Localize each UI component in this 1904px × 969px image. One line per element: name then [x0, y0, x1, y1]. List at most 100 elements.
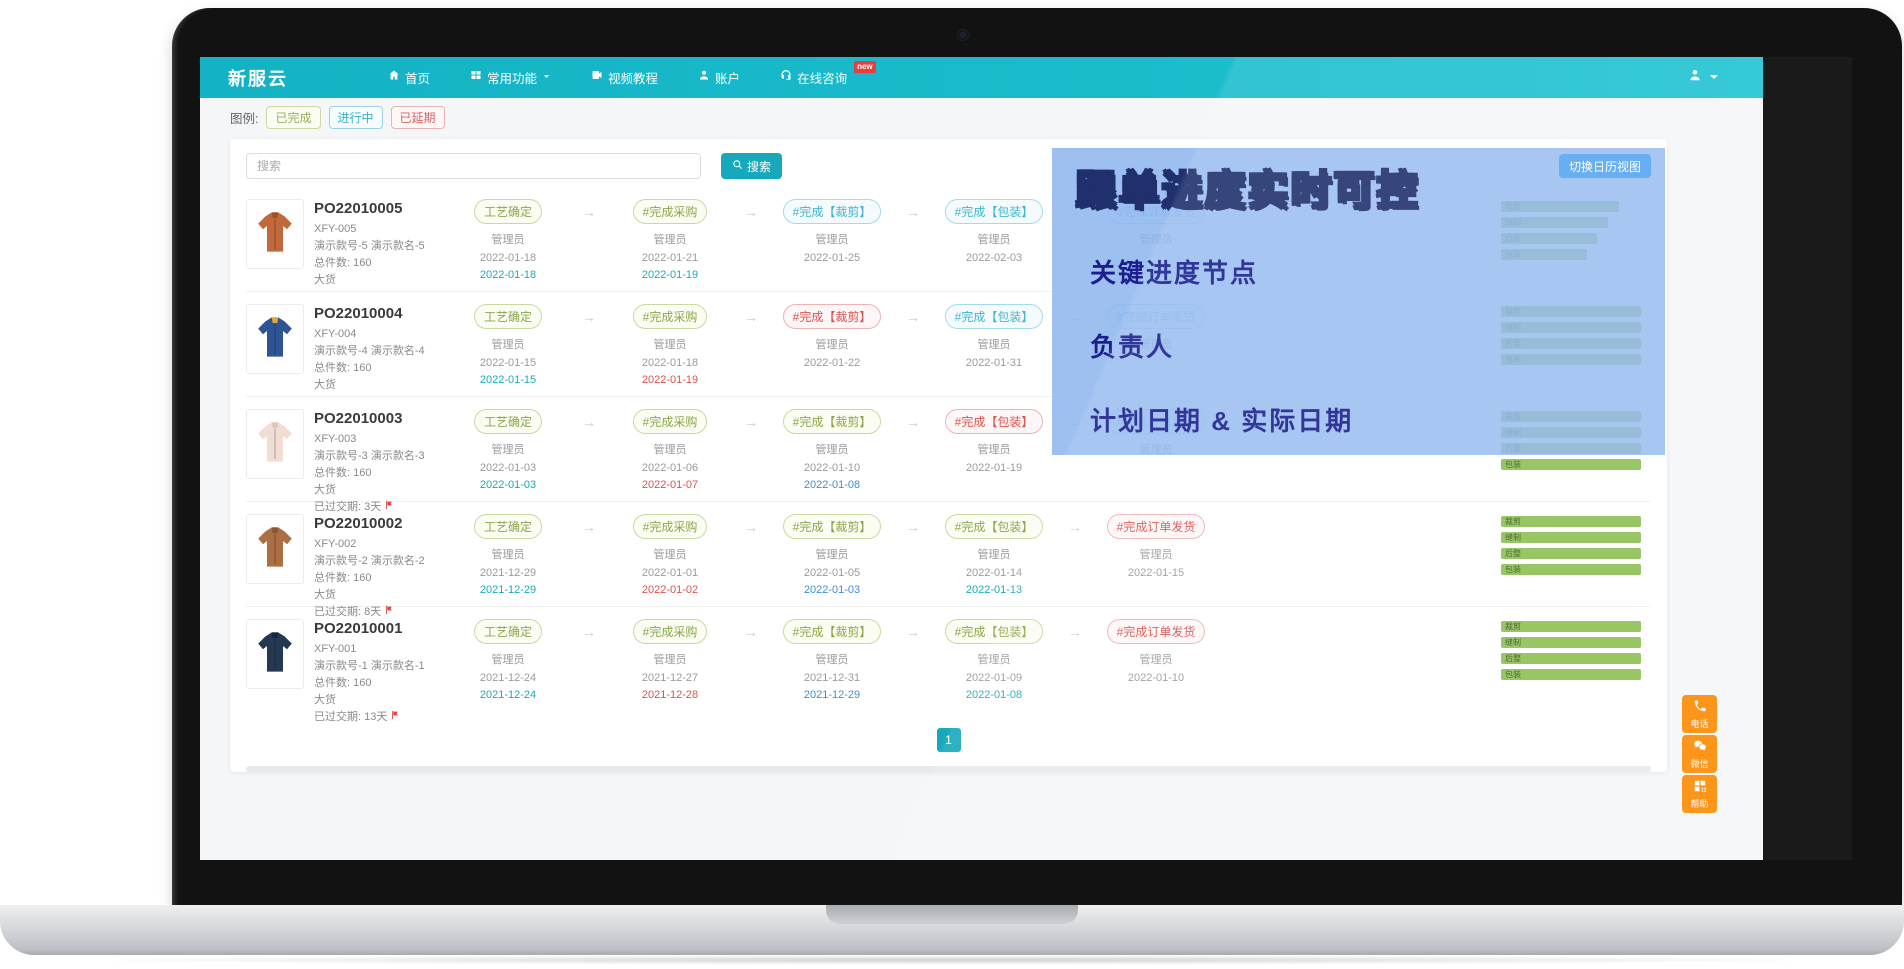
stage-person: 管理员	[653, 444, 687, 456]
stage-badge[interactable]: #完成订单发货	[1106, 619, 1206, 644]
stage-badge[interactable]: #完成采购	[632, 304, 708, 329]
promo-line-2: 负责人	[1090, 332, 1175, 362]
order-po-number: PO22010004	[314, 305, 403, 322]
progress-bar-包装: 包装	[1501, 459, 1641, 470]
stage-1: 工艺确定 管理员 2022-01-18 2022-01-18	[442, 199, 574, 281]
order-style-name: 演示款号-1 演示款名-1	[314, 660, 425, 673]
stage-actual-date: 2021-12-29	[479, 584, 537, 596]
order-batch-label: 大货	[314, 484, 336, 497]
product-thumbnail	[246, 304, 304, 374]
stage-4: #完成【包装】 管理员 2022-01-31	[928, 304, 1060, 369]
stage-plan-date: 2022-01-18	[641, 357, 699, 369]
stage-badge[interactable]: #完成采购	[632, 409, 708, 434]
search-input[interactable]	[246, 153, 701, 179]
order-style-no: XFY-005	[314, 223, 357, 236]
stage-badge[interactable]: #完成【包装】	[944, 619, 1044, 644]
nav-item-3[interactable]: 视频教程	[591, 68, 658, 87]
flag-icon	[390, 709, 400, 726]
stage-badge[interactable]: #完成【裁剪】	[782, 304, 882, 329]
stage-badge[interactable]: #完成【裁剪】	[782, 409, 882, 434]
stage-badge[interactable]: #完成【裁剪】	[782, 199, 882, 224]
stage-badge[interactable]: #完成采购	[632, 199, 708, 224]
nav-item-1[interactable]: 首页	[388, 68, 430, 87]
float-1[interactable]: 电话	[1682, 695, 1717, 733]
stage-person: 管理员	[1139, 549, 1173, 561]
new-badge: new	[854, 61, 876, 73]
stage-5: #完成订单发货 管理员 2022-01-15	[1090, 514, 1222, 579]
stage-badge[interactable]: 工艺确定	[473, 199, 542, 224]
stage-1: 工艺确定 管理员 2022-01-03 2022-01-03	[442, 409, 574, 491]
stage-person: 管理员	[977, 549, 1011, 561]
arrow-right-icon: →	[582, 624, 596, 640]
status-legend: 图例: 已完成 进行中 已延期	[230, 106, 1763, 129]
stage-badge[interactable]: #完成【包装】	[944, 304, 1044, 329]
float-3[interactable]: 帮助	[1682, 775, 1717, 813]
progress-bar-包装: 包装	[1501, 564, 1641, 575]
calendar-view-button[interactable]: 切换日历视图	[1558, 154, 1651, 178]
top-navbar: 新服云 首页 常用功能 视频教程 账户 在线咨询 new	[200, 57, 1763, 98]
stage-1: 工艺确定 管理员 2021-12-29 2021-12-29	[442, 514, 574, 596]
order-row-PO22010002[interactable]: PO22010002 XFY-002 演示款号-2 演示款名-2 总件数: 160 大货…	[246, 502, 1651, 618]
laptop-screen: 新服云 首页 常用功能 视频教程 账户 在线咨询 new 图例: 已完成 进行中 已延期	[200, 57, 1852, 860]
stage-person: 管理员	[815, 339, 849, 351]
production-progress-bars: 裁剪缝制后整包装	[1501, 516, 1651, 575]
app-logo[interactable]: 新服云	[228, 65, 288, 91]
stage-badge[interactable]: #完成采购	[632, 514, 708, 539]
stage-badge[interactable]: 工艺确定	[473, 619, 542, 644]
stage-plan-date: 2021-12-27	[641, 672, 699, 684]
stage-actual-date: 2021-12-28	[641, 689, 699, 701]
stage-actual-date: 2022-01-08	[803, 479, 861, 491]
nav-item-2[interactable]: 常用功能	[470, 68, 551, 87]
product-thumbnail	[246, 199, 304, 269]
stage-plan-date: 2022-01-15	[479, 357, 537, 369]
stage-badge[interactable]: #完成【包装】	[944, 409, 1044, 434]
stage-badge[interactable]: 工艺确定	[473, 514, 542, 539]
progress-bar-缝制: 缝制	[1501, 532, 1641, 543]
horizontal-scrollbar[interactable]	[246, 766, 1651, 772]
grid-icon	[470, 69, 482, 81]
stage-3: #完成【裁剪】 管理员 2022-01-22	[766, 304, 898, 369]
contact-float-menu: 电话 微信 帮助	[1682, 695, 1717, 813]
stage-badge[interactable]: #完成【裁剪】	[782, 619, 882, 644]
overdue-label: 已过交期: 13天	[314, 709, 442, 726]
order-batch-label: 大货	[314, 589, 336, 602]
stage-person: 管理员	[491, 654, 525, 666]
laptop-shadow	[60, 955, 1844, 965]
stage-badge[interactable]: #完成订单发货	[1106, 514, 1206, 539]
arrow-right-icon: →	[744, 624, 758, 640]
stage-plan-date: 2021-12-31	[803, 672, 861, 684]
stage-actual-date: 2022-01-08	[965, 689, 1023, 701]
account-menu[interactable]	[1688, 67, 1735, 89]
stage-plan-date: 2022-01-10	[1127, 672, 1185, 684]
search-button[interactable]: 搜索	[721, 153, 783, 179]
stage-badge[interactable]: #完成【裁剪】	[782, 514, 882, 539]
legend-tag-1: 已完成	[266, 106, 321, 129]
stage-person: 管理员	[815, 234, 849, 246]
stage-badge[interactable]: #完成【包装】	[944, 514, 1044, 539]
stage-badge[interactable]: 工艺确定	[473, 409, 542, 434]
overdue-text: 已过交期: 13天	[314, 711, 388, 724]
stage-badge[interactable]: 工艺确定	[473, 304, 542, 329]
float-2[interactable]: 微信	[1682, 735, 1717, 773]
nav-item-4[interactable]: 账户	[698, 68, 740, 87]
stage-1: 工艺确定 管理员 2022-01-15 2022-01-15	[442, 304, 574, 386]
stage-3: #完成【裁剪】 管理员 2022-01-10 2022-01-08	[766, 409, 898, 491]
arrow-right-icon: →	[906, 624, 920, 640]
stage-actual-date: 2022-01-07	[641, 479, 699, 491]
nav-item-5[interactable]: 在线咨询 new	[780, 61, 876, 87]
help-icon	[1693, 779, 1707, 795]
home-icon	[388, 69, 400, 81]
stage-badge[interactable]: #完成【包装】	[944, 199, 1044, 224]
progress-bar-裁剪: 裁剪	[1501, 516, 1641, 527]
stage-badge[interactable]: #完成采购	[632, 619, 708, 644]
order-style-name: 演示款号-4 演示款名-4	[314, 345, 425, 358]
laptop-mockup: 新服云 首页 常用功能 视频教程 账户 在线咨询 new 图例: 已完成 进行中 已延期	[0, 0, 1904, 969]
order-row-PO22010001[interactable]: PO22010001 XFY-001 演示款号-1 演示款名-1 总件数: 160 大货…	[246, 607, 1651, 723]
arrow-right-icon: →	[744, 204, 758, 220]
progress-bar-后整: 后整	[1501, 653, 1641, 664]
stage-person: 管理员	[653, 654, 687, 666]
stage-actual-date: 2022-01-15	[479, 374, 537, 386]
stage-4: #完成【包装】 管理员 2022-02-03	[928, 199, 1060, 264]
stage-person: 管理员	[491, 549, 525, 561]
page-1-button[interactable]: 1	[936, 728, 961, 752]
